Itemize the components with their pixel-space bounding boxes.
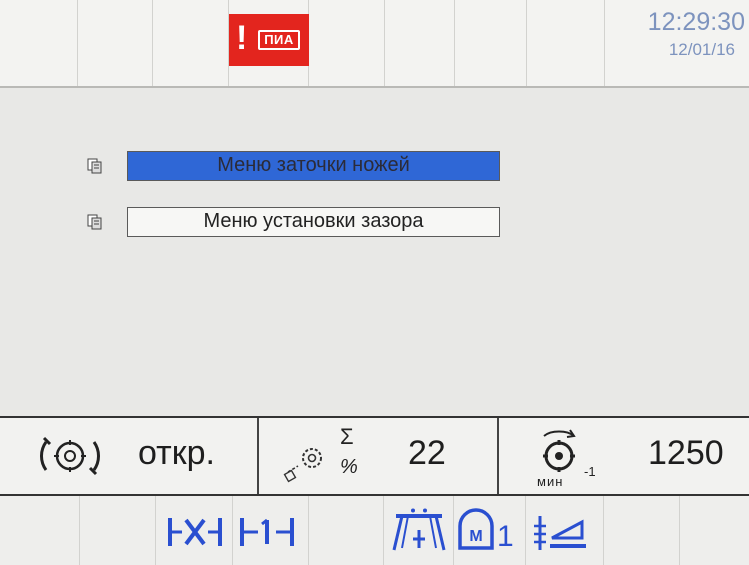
top-slot-6[interactable] [385, 0, 455, 86]
warning-excl-icon: ! [236, 19, 248, 57]
top-slot-3[interactable] [153, 0, 229, 86]
status-divider [497, 418, 499, 494]
percent-symbol: % [340, 456, 358, 478]
top-slot-8[interactable] [527, 0, 605, 86]
top-slot-5[interactable] [309, 0, 385, 86]
top-slot-7[interactable] [455, 0, 527, 86]
machine-feed-icon[interactable] [388, 508, 450, 554]
top-bar: ! ПИА 12:29:30 12/01/16 [0, 0, 749, 86]
motor-number: 1 [497, 520, 514, 553]
clock-time: 12:29:30 [647, 8, 745, 36]
status-divider [257, 418, 259, 494]
sharpening-gear-icon [283, 448, 322, 483]
alarm-tag-label: ПИА [258, 30, 300, 50]
alarm-indicator[interactable]: ! ПИА [229, 14, 309, 66]
menu-item-knife-sharpening[interactable]: Меню заточки ножей [127, 151, 500, 181]
sum-symbol: Σ [340, 424, 354, 449]
knife-state-icon [39, 436, 101, 476]
rpm-value: 1250 [648, 434, 724, 472]
knife-angle-icon[interactable] [528, 508, 592, 554]
status-bar: откр. Σ % 22 мин -1 1250 [0, 416, 749, 496]
bottom-slot-9[interactable] [604, 496, 680, 565]
svg-text:M: M [469, 528, 482, 545]
gap-close-icon[interactable] [164, 508, 226, 554]
menu-item-gap-setting[interactable]: Меню установки зазора [127, 207, 500, 237]
rpm-unit: мин [537, 474, 564, 489]
knife-state-value: откр. [138, 434, 215, 472]
bottom-slot-2[interactable] [80, 496, 156, 565]
gap-step-icon[interactable] [236, 508, 300, 554]
document-icon [87, 158, 102, 174]
bottom-slot-1[interactable] [0, 496, 80, 565]
rpm-unit-exponent: -1 [584, 464, 596, 479]
sharpening-count-value: 22 [408, 434, 446, 472]
document-icon [87, 214, 102, 230]
clock-date: 12/01/16 [668, 40, 735, 59]
bottom-slot-5[interactable] [309, 496, 384, 565]
bottom-toolbar: M 1 [0, 496, 749, 565]
top-slot-1[interactable] [0, 0, 78, 86]
top-slot-2[interactable] [78, 0, 153, 86]
main-panel: Меню заточки ножей Меню установки зазора [0, 86, 749, 416]
motor-m-icon[interactable]: M [456, 508, 496, 554]
rotation-speed-icon [543, 429, 576, 472]
